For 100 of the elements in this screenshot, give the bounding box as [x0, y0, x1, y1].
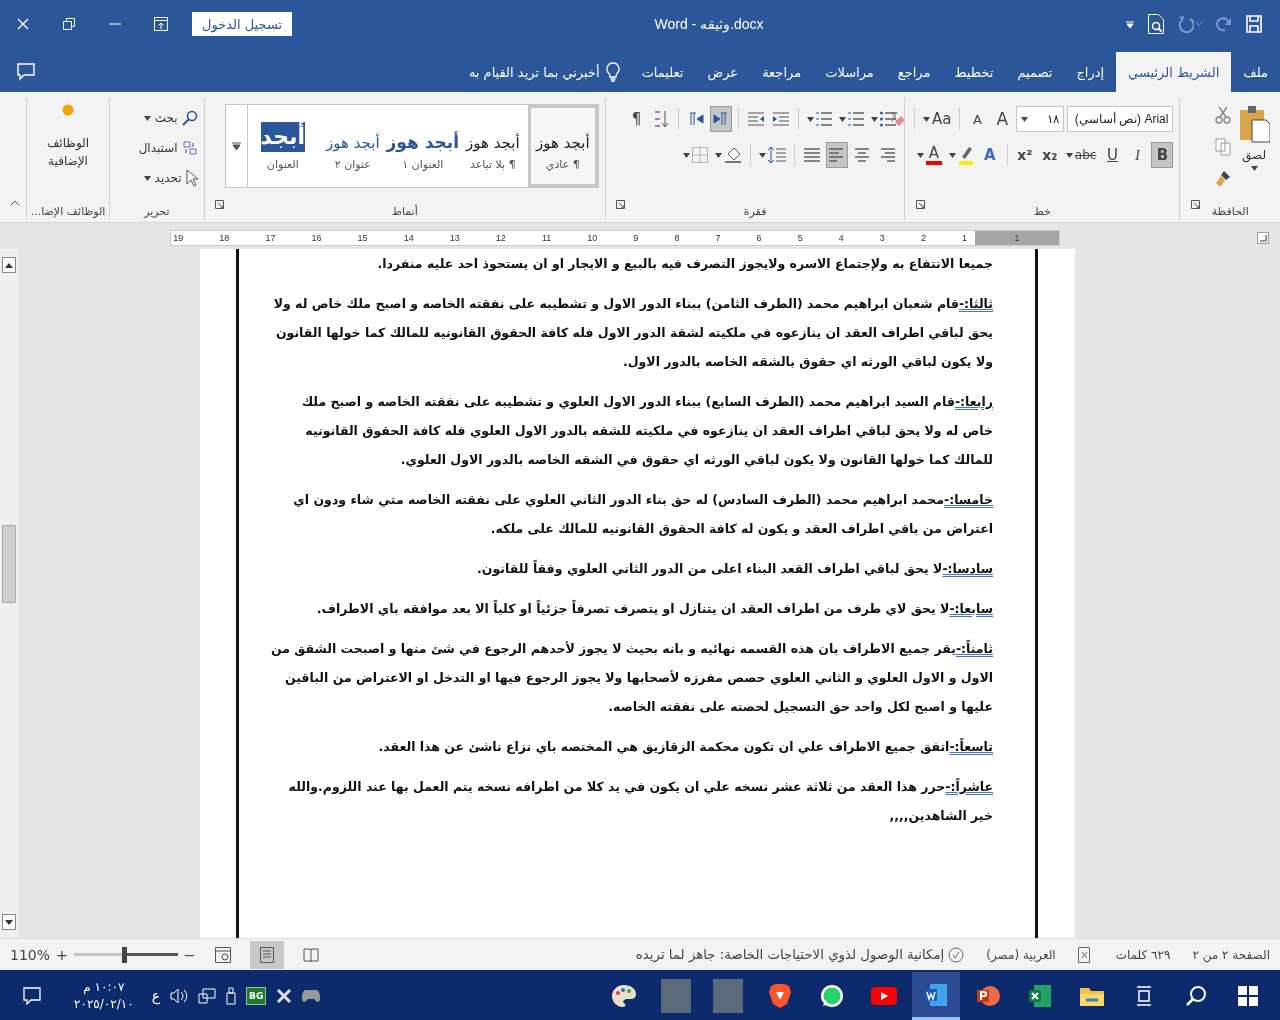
ruler-number: 8	[674, 233, 680, 243]
zoom-in-button[interactable]: +	[56, 946, 68, 963]
format-button[interactable]: x₂	[1038, 142, 1061, 168]
presentation-app-icon	[976, 984, 1000, 1008]
indent-icon	[748, 112, 765, 126]
group-label: أنماط	[391, 204, 418, 218]
accessibility-status[interactable]: إمكانية الوصول لذوي الاحتياجات الخاصة: جاهز لما تريده	[635, 946, 965, 963]
group-label: الحافظة	[1211, 204, 1249, 218]
ruler-number: 14	[403, 233, 414, 243]
arrow-down-icon	[5, 919, 13, 925]
ribbon-tab[interactable]: مراجع	[885, 52, 943, 92]
ribbon-tab[interactable]: مراسلات	[813, 52, 886, 92]
text-direction-button[interactable]	[710, 106, 733, 132]
contract-clause: ثالثا:-قام شعبان ابراهيم محمد (الطرف الثامن) ببناء الدور الاول و تشطيبه على نفقته الخاصه و اصبح ملك خاص له ولا يحق لباقي اطراف العقد ان ينازعوه في ملكيته لشقة الدور الاول فله كافة الحقوق القانونيه للمالك كما خولها القانون ولا يكون لباقي الورثه اي حقوق بالشقه الخاصه بالدور الاول.	[272, 295, 993, 371]
shrink-font-button[interactable]: A	[966, 106, 989, 132]
ruler-number: 12	[495, 233, 506, 243]
input-language[interactable]: ع	[151, 988, 160, 1004]
caret-icon	[807, 116, 815, 122]
ruler-number: 9	[633, 233, 639, 243]
vertical-scrollbar[interactable]	[0, 249, 18, 938]
zoom-out-button[interactable]: −	[183, 946, 196, 963]
change-case-button[interactable]: Aa	[920, 106, 954, 132]
show-marks-button[interactable]: ¶	[625, 106, 648, 132]
style-item[interactable]: أبجد العنوان	[247, 105, 318, 187]
caret-icon	[1250, 166, 1258, 171]
tray-app-badge[interactable]: BG	[246, 987, 267, 1005]
align-button[interactable]	[826, 142, 849, 168]
style-item[interactable]: أبجد هوز ¶ بلا تباعد	[457, 105, 528, 187]
format-button[interactable]: U	[1101, 142, 1124, 168]
group-label: الوظائف الإضا...	[30, 204, 106, 218]
align-icon	[879, 148, 896, 162]
scroll-up-button[interactable]	[2, 257, 16, 273]
caret-icon	[948, 152, 956, 158]
grow-font-button[interactable]: A	[991, 106, 1014, 132]
font-name-field[interactable]: Arial (نص أساسي)	[1067, 106, 1174, 132]
caret-icon	[143, 115, 151, 121]
style-item[interactable]: أبجد هوز ¶ عادي	[527, 105, 598, 187]
tell-me-field[interactable]: أخبرني بما تريد القيام به	[468, 52, 620, 92]
align-icon	[854, 148, 871, 162]
view-button[interactable]	[249, 940, 284, 969]
sign-in-button[interactable]: تسجيل الدخول	[192, 12, 293, 36]
clock-time[interactable]: ١٠:٠٧ م	[83, 979, 125, 996]
select-button[interactable]: تحديد	[138, 166, 198, 190]
caret-icon	[916, 152, 924, 158]
word-count[interactable]: ٦٢٩ كلمات	[1115, 947, 1171, 962]
ribbon-tab[interactable]: تعليمات	[629, 52, 696, 92]
web-page-icon	[214, 946, 231, 963]
format-button[interactable]: B	[1151, 142, 1174, 168]
page-count[interactable]: الصفحة ٢ من ٢	[1192, 947, 1270, 962]
ribbon-tab[interactable]: عرض	[695, 52, 751, 92]
restore-icon	[63, 18, 75, 30]
folder-icon	[1080, 986, 1104, 1006]
font-color-button[interactable]: A	[914, 142, 944, 168]
clock-date[interactable]: ٢٠٢٥/٠٢/١٠	[74, 996, 134, 1013]
zoom-level[interactable]: 110%	[10, 946, 51, 963]
language-status[interactable]: العربية (مصر)	[986, 947, 1056, 962]
ruler-number: 4	[838, 233, 844, 243]
speaker-icon	[170, 988, 188, 1004]
format-button[interactable]: abc	[1063, 142, 1099, 168]
ribbon-tab[interactable]: إدراج	[1064, 52, 1117, 92]
caret-icon	[1021, 116, 1029, 122]
ruler-number: 6	[756, 233, 762, 243]
page-icon	[259, 946, 274, 963]
caret-icon	[922, 116, 930, 122]
format-button[interactable]: I	[1126, 142, 1149, 168]
ribbon-tab[interactable]: مراجعة	[750, 52, 814, 92]
ruler-number: 13	[449, 233, 460, 243]
replace-button[interactable]: استبدال	[138, 136, 198, 160]
ribbon-tab[interactable]: ملف	[1231, 52, 1280, 92]
contract-clause: خامسا:-محمد ابراهيم محمد (الطرف السادس) له حق بناء الدور الثاني العلوي على نفقته الخاصه متي شاء ودون اي اعتراض من باقي اطراف العقد و يكون له كافة الحقوق القانونيه للمالك على ملكه.	[292, 491, 993, 538]
format-button[interactable]: x²	[1013, 142, 1036, 168]
play-button-icon	[871, 987, 897, 1005]
caret-icon	[759, 152, 767, 158]
caret-icon	[683, 152, 691, 158]
scrollbar-thumb[interactable]	[2, 524, 16, 603]
add-ins-button[interactable]: الوظائف الإضافية	[33, 98, 103, 202]
find-button[interactable]: بحث	[138, 106, 198, 130]
ruler-number: 15	[357, 233, 368, 243]
more-icon	[231, 142, 241, 150]
scissors-icon	[1215, 106, 1231, 124]
undo-icon	[1178, 15, 1194, 33]
launcher-icon	[616, 199, 626, 209]
text-effects-button[interactable]: A	[978, 142, 1001, 168]
ribbon-tab[interactable]: تخطيط	[942, 52, 1006, 92]
ribbon-tab[interactable]: تصميم	[1005, 52, 1065, 92]
scroll-down-button[interactable]	[2, 914, 16, 930]
text-direction-icon	[688, 112, 705, 126]
caret-icon	[1065, 152, 1073, 158]
style-item[interactable]: أبجد هوز العنوان ١	[387, 105, 458, 187]
list-icon	[816, 111, 833, 127]
font-size-field[interactable]: ١٨	[1016, 106, 1065, 132]
palette-icon	[611, 984, 637, 1008]
caret-icon	[143, 175, 151, 181]
dot-icon	[62, 104, 74, 116]
ruler-number: 3	[879, 233, 885, 243]
ribbon-tab[interactable]: الشريط الرئيسي	[1116, 52, 1232, 92]
zoom-slider[interactable]	[73, 946, 178, 963]
tab-stop-icon	[1257, 232, 1269, 244]
paste-button[interactable]: لصق	[1234, 98, 1274, 202]
cursor-icon	[185, 169, 198, 187]
